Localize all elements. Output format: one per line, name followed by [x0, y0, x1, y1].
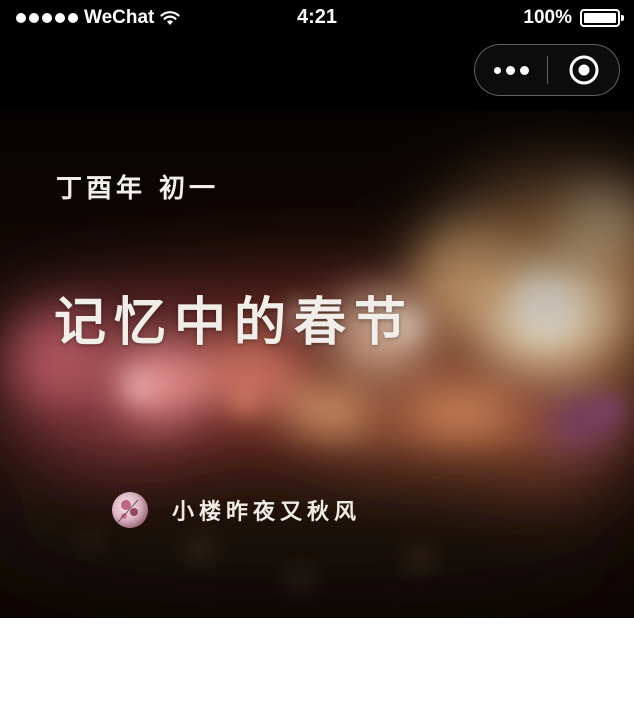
lunar-date-tag: 丁酉年 初一 — [56, 174, 220, 204]
battery-group: 100% — [523, 6, 624, 30]
battery-percent: 100% — [523, 7, 572, 28]
hero-banner: 丁酉年 初一 记忆中的春节 小楼昨夜又秋风 — [0, 110, 634, 618]
more-dots-icon — [493, 66, 501, 74]
author-name: 小楼昨夜又秋风 — [172, 500, 362, 525]
battery-icon — [580, 9, 624, 27]
status-bar: WeChat 4:21 100% — [0, 0, 634, 38]
avatar[interactable] — [112, 492, 148, 528]
article-title: 记忆中的春节 — [54, 293, 415, 353]
navigation-bar — [0, 38, 634, 110]
author-info[interactable]: 小楼昨夜又秋风 — [112, 492, 361, 528]
more-button[interactable] — [475, 45, 547, 95]
blossom-avatar-icon — [117, 499, 139, 523]
target-close-icon — [569, 55, 598, 85]
close-button[interactable] — [548, 45, 619, 95]
mini-program-capsule — [474, 44, 620, 96]
